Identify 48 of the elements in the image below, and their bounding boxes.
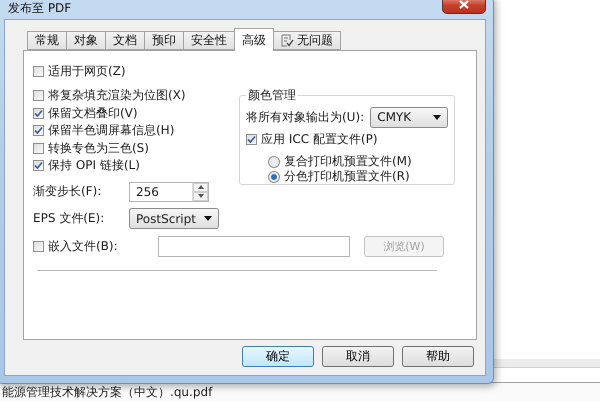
tab[interactable]: 文档: [105, 31, 145, 50]
tab[interactable]: 无问题: [273, 31, 341, 50]
checklist-icon: [281, 34, 294, 47]
radio-label: 分色打印机预置文件(R): [284, 168, 410, 185]
checkbox-label: 嵌入文件(B):: [48, 238, 119, 255]
down-arrow-icon: [198, 194, 204, 198]
field-label: 渐变步长(F):: [33, 183, 102, 200]
checkbox-label: 保持 OPI 链接(L): [48, 157, 140, 174]
caret-icon: [433, 114, 442, 120]
close-button[interactable]: [442, 0, 486, 14]
checkbox[interactable]: [246, 134, 257, 144]
window-title: 发布至 PDF: [8, 0, 72, 16]
field-label: EPS 文件(E):: [33, 210, 106, 227]
tab[interactable]: 安全性: [183, 31, 235, 50]
close-icon: [459, 0, 469, 8]
dialog-button[interactable]: 取消: [322, 346, 394, 367]
eps-dropdown[interactable]: PostScript: [129, 208, 219, 229]
checkbox[interactable]: [33, 66, 44, 76]
checkbox-label: 适用于网页(Z): [48, 62, 126, 80]
checkbox-label: 转换专色为三色(S): [48, 140, 149, 157]
checkbox[interactable]: [33, 142, 44, 154]
checkbox-label: 应用 ICC 配置文件(P): [261, 130, 378, 148]
checkbox-label: 将复杂填充渲染为位图(X): [48, 87, 186, 104]
output-dropdown[interactable]: CMYK: [370, 106, 448, 128]
up-arrow-icon: [198, 185, 204, 189]
tab[interactable]: 对象: [66, 31, 106, 50]
checkbox[interactable]: [33, 241, 44, 252]
checkbox[interactable]: [33, 125, 44, 136]
tab[interactable]: 高级: [234, 28, 274, 51]
radio-label: 复合打印机预置文件(M): [284, 153, 412, 170]
checkbox-label: 保留半色调屏幕信息(H): [48, 122, 174, 140]
caret-icon: [204, 216, 212, 221]
checkbox[interactable]: [33, 160, 44, 172]
checkbox[interactable]: [33, 90, 44, 102]
field-label: 将所有对象输出为(U):: [246, 108, 364, 126]
steps-spinbox[interactable]: 256: [129, 182, 209, 202]
tab[interactable]: 常规: [27, 31, 67, 50]
group-title: 颜色管理: [247, 87, 297, 104]
checkbox-label: 保留文档叠印(V): [48, 104, 138, 122]
radio-button[interactable]: [268, 170, 280, 182]
radio-button[interactable]: [268, 156, 280, 168]
dialog-button[interactable]: 帮助: [402, 346, 474, 367]
file-path-field[interactable]: [158, 236, 350, 257]
spin-up-button[interactable]: [193, 182, 208, 192]
dialog-button[interactable]: 确定: [242, 346, 314, 367]
checkbox[interactable]: [33, 108, 44, 119]
tab[interactable]: 预印: [144, 31, 184, 50]
file-name: 能源管理技术解决方案（中文）.qu.pdf: [2, 384, 212, 400]
